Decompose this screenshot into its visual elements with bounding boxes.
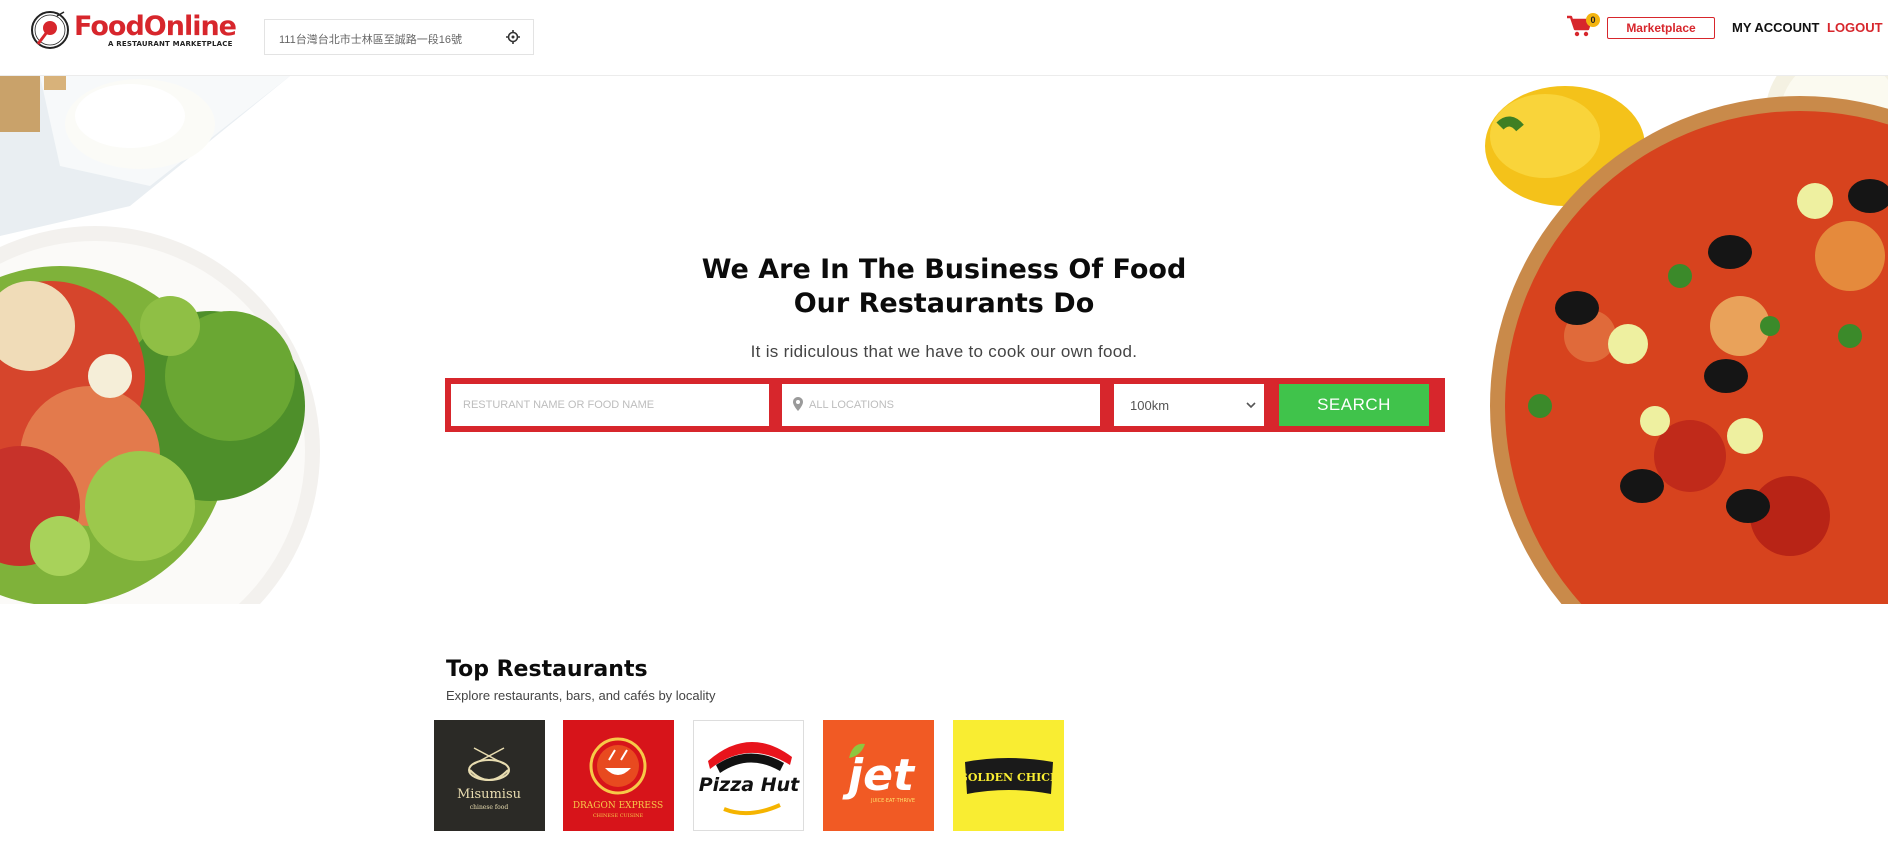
search-button[interactable]: SEARCH bbox=[1279, 384, 1429, 426]
hero-title-line1: We Are In The Business Of Food bbox=[701, 254, 1187, 285]
restaurant-tile-jet[interactable]: jet JUICE·EAT·THRIVE bbox=[823, 720, 934, 831]
address-field[interactable]: 111台灣台北市士林區至誠路一段16號 bbox=[264, 19, 534, 55]
site-logo[interactable]: FoodOnline A RESTAURANT MARKETPLACE bbox=[28, 8, 237, 52]
dragon-express-tagline: CHINESE CUISINE bbox=[593, 813, 644, 819]
location-placeholder: ALL LOCATIONS bbox=[809, 399, 894, 411]
logo-mark-icon bbox=[31, 11, 69, 49]
misumisu-tagline: chinese food bbox=[470, 804, 509, 811]
pizza-hut-logo: Pizza Hut bbox=[699, 741, 800, 816]
top-restaurants-title: Top Restaurants bbox=[446, 657, 648, 682]
distance-select[interactable]: 100km bbox=[1114, 384, 1264, 426]
restaurant-search-input[interactable]: RESTURANT NAME OR FOOD NAME bbox=[451, 384, 769, 426]
dragon-express-name: DRAGON EXPRESS bbox=[573, 801, 663, 811]
marketplace-button[interactable]: Marketplace bbox=[1607, 17, 1715, 39]
misumisu-logo: Misumisu chinese food bbox=[457, 747, 521, 811]
jet-tagline: JUICE·EAT·THRIVE bbox=[870, 798, 915, 804]
site-header: FoodOnline A RESTAURANT MARKETPLACE 111台… bbox=[0, 0, 1888, 76]
restaurant-tile-misumisu[interactable]: Misumisu chinese food bbox=[434, 720, 545, 831]
distance-value: 100km bbox=[1130, 398, 1170, 413]
jet-logo: jet JUICE·EAT·THRIVE bbox=[842, 743, 916, 804]
restaurant-tile-golden-chick[interactable]: GOLDEN CHICK bbox=[953, 720, 1064, 831]
address-value: 111台灣台北市士林區至誠路一段16號 bbox=[279, 34, 462, 46]
pizza-image bbox=[1485, 76, 1888, 604]
golden-chick-name: GOLDEN CHICK bbox=[958, 771, 1060, 784]
cart-count-badge: 0 bbox=[1586, 13, 1600, 27]
logo-text: FoodOnline bbox=[74, 11, 237, 42]
hero-subtitle: It is ridiculous that we have to cook ou… bbox=[750, 342, 1138, 361]
hero-title: We Are In The Business Of Food Our Resta… bbox=[544, 253, 1344, 321]
map-pin-icon bbox=[793, 397, 803, 411]
misumisu-name: Misumisu bbox=[457, 787, 521, 802]
chevron-down-icon bbox=[1246, 402, 1256, 409]
logo-tagline: A RESTAURANT MARKETPLACE bbox=[108, 40, 233, 48]
crosshair-icon[interactable] bbox=[505, 29, 521, 45]
restaurant-tile-dragon-express[interactable]: DRAGON EXPRESS CHINESE CUISINE bbox=[563, 720, 674, 831]
dragon-express-logo: DRAGON EXPRESS CHINESE CUISINE bbox=[573, 737, 663, 819]
jet-name: jet bbox=[842, 750, 916, 801]
salad-plate-image bbox=[0, 76, 320, 604]
hero-banner: We Are In The Business Of Food Our Resta… bbox=[0, 76, 1888, 604]
restaurant-search-placeholder: RESTURANT NAME OR FOOD NAME bbox=[463, 399, 655, 411]
logout-link[interactable]: LOGOUT bbox=[1827, 20, 1883, 35]
top-restaurants-subtitle: Explore restaurants, bars, and cafés by … bbox=[446, 688, 716, 703]
pizza-hut-name: Pizza Hut bbox=[699, 774, 800, 796]
my-account-link[interactable]: MY ACCOUNT bbox=[1732, 20, 1819, 35]
hero-title-line2: Our Restaurants Do bbox=[793, 288, 1095, 319]
restaurant-tile-pizza-hut[interactable]: Pizza Hut bbox=[693, 720, 804, 831]
location-input[interactable]: ALL LOCATIONS bbox=[782, 384, 1100, 426]
golden-chick-logo: GOLDEN CHICK bbox=[958, 758, 1060, 794]
search-bar: RESTURANT NAME OR FOOD NAME ALL LOCATION… bbox=[445, 378, 1445, 432]
